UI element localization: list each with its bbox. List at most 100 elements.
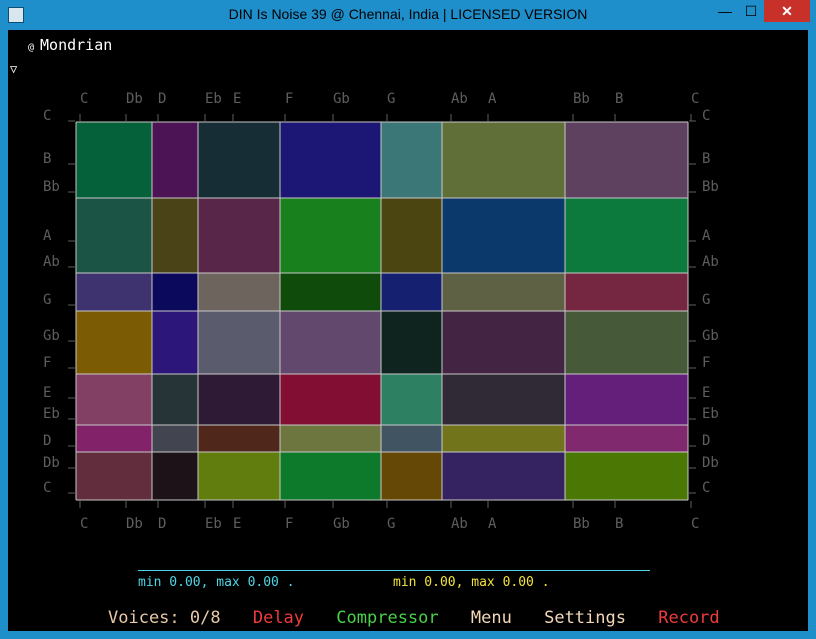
mondrian-cell[interactable] [76,198,152,273]
mondrian-cell[interactable] [381,452,442,500]
mondrian-cell[interactable] [565,425,688,452]
mondrian-cell[interactable] [280,425,381,452]
mondrian-cell[interactable] [198,198,280,273]
mondrian-cell[interactable] [198,374,280,425]
mondrian-cell[interactable] [381,273,442,311]
mondrian-cell[interactable] [442,311,565,374]
mondrian-cell[interactable] [442,198,565,273]
mondrian-cell[interactable] [565,311,688,374]
app-window: DIN Is Noise 39 @ Chennai, India | LICEN… [0,0,816,639]
mondrian-cell[interactable] [381,425,442,452]
mondrian-cell[interactable] [442,122,565,198]
mondrian-cell[interactable] [381,198,442,273]
delay-button[interactable]: Delay [253,608,304,628]
mondrian-cell[interactable] [280,311,381,374]
y-note-label-right: Gb [702,328,719,344]
maximize-button[interactable]: ☐ [738,0,764,22]
mondrian-cell[interactable] [198,452,280,500]
x-note-label-bottom: C [691,516,699,532]
window-title: DIN Is Noise 39 @ Chennai, India | LICEN… [228,6,588,22]
x-note-label-bottom: F [285,516,293,532]
menu-button[interactable]: Menu [471,608,512,628]
x-note-label-bottom: Bb [573,516,590,532]
mondrian-cell[interactable] [381,374,442,425]
x-note-label-top: A [488,91,497,107]
y-note-label-right: Ab [702,254,719,270]
x-note-label-bottom: B [615,516,623,532]
x-note-label-bottom: D [158,516,166,532]
mondrian-cell[interactable] [152,273,198,311]
y-note-label-right: G [702,292,710,308]
y-note-label-left: Eb [43,406,60,422]
mondrian-cell[interactable] [198,425,280,452]
mondrian-cell[interactable] [280,198,381,273]
y-note-label-left: B [43,151,51,167]
y-note-label-left: D [43,433,51,449]
x-note-label-top: F [285,91,293,107]
mondrian-cell[interactable] [442,452,565,500]
mondrian-cell[interactable] [76,122,152,198]
mondrian-cell[interactable] [198,122,280,198]
mondrian-cell[interactable] [565,273,688,311]
y-note-label-right: Bb [702,179,719,195]
x-note-label-bottom: Eb [205,516,222,532]
din-canvas[interactable]: @ Mondrian ▽ C C Db Db D D Eb Eb E E F F Gb Gb G G Ab Ab A A… [8,30,808,631]
mondrian-cell[interactable] [280,122,381,198]
y-note-label-left: Ab [43,254,60,270]
y-note-label-left: Bb [43,179,60,195]
mondrian-cell[interactable] [381,122,442,198]
x-note-label-bottom: Ab [451,516,468,532]
bottom-menu: Voices: 0/8 Delay Compressor Menu Settin… [108,608,742,628]
x-note-label-top: Eb [205,91,222,107]
x-note-label-top: Gb [333,91,350,107]
y-note-label-right: B [702,151,710,167]
mondrian-cell[interactable] [565,452,688,500]
mondrian-cell[interactable] [442,374,565,425]
close-button[interactable]: ✕ [764,0,810,22]
mondrian-cell[interactable] [280,374,381,425]
title-bar[interactable]: DIN Is Noise 39 @ Chennai, India | LICEN… [0,0,816,30]
record-button[interactable]: Record [658,608,719,628]
mondrian-cell[interactable] [76,452,152,500]
mondrian-cell[interactable] [152,374,198,425]
x-note-label-top: Db [126,91,143,107]
mondrian-cell[interactable] [152,311,198,374]
y-note-label-left: C [43,480,51,496]
x-note-label-bottom: G [387,516,395,532]
mondrian-cell[interactable] [76,425,152,452]
x-note-label-top: C [80,91,88,107]
x-note-label-top: B [615,91,623,107]
mondrian-cell[interactable] [152,452,198,500]
mondrian-cell[interactable] [565,198,688,273]
mondrian-cell[interactable] [198,273,280,311]
x-note-label-top: C [691,91,699,107]
mondrian-cell[interactable] [280,273,381,311]
mondrian-cell[interactable] [76,311,152,374]
mondrian-cell[interactable] [76,374,152,425]
mondrian-cell[interactable] [565,122,688,198]
x-note-label-top: Bb [573,91,590,107]
mondrian-cell[interactable] [152,198,198,273]
mondrian-cell[interactable] [442,273,565,311]
mondrian-cell[interactable] [442,425,565,452]
mondrian-cell[interactable] [152,425,198,452]
mondrian-cell[interactable] [76,273,152,311]
mondrian-cell[interactable] [381,311,442,374]
y-note-label-right: Db [702,455,719,471]
mondrian-cell[interactable] [152,122,198,198]
x-note-label-top: Ab [451,91,468,107]
x-note-label-top: D [158,91,166,107]
x-note-label-bottom: A [488,516,497,532]
settings-button[interactable]: Settings [544,608,626,628]
mondrian-cell[interactable] [280,452,381,500]
mondrian-board[interactable]: CCDbDbDDEbEbEEFFGbGbGGAbAbAABbBbBBCCC CB B… [8,30,808,631]
voices-readout: Voices: 0/8 [108,608,221,628]
y-note-label-left: C [43,108,51,124]
x-note-label-bottom: Db [126,516,143,532]
status-separator [138,570,650,571]
compressor-button[interactable]: Compressor [336,608,438,628]
mondrian-cell[interactable] [565,374,688,425]
minimize-button[interactable]: — [712,0,738,22]
mondrian-cell[interactable] [198,311,280,374]
status-min-max-left: min 0.00, max 0.00 . [138,575,295,590]
